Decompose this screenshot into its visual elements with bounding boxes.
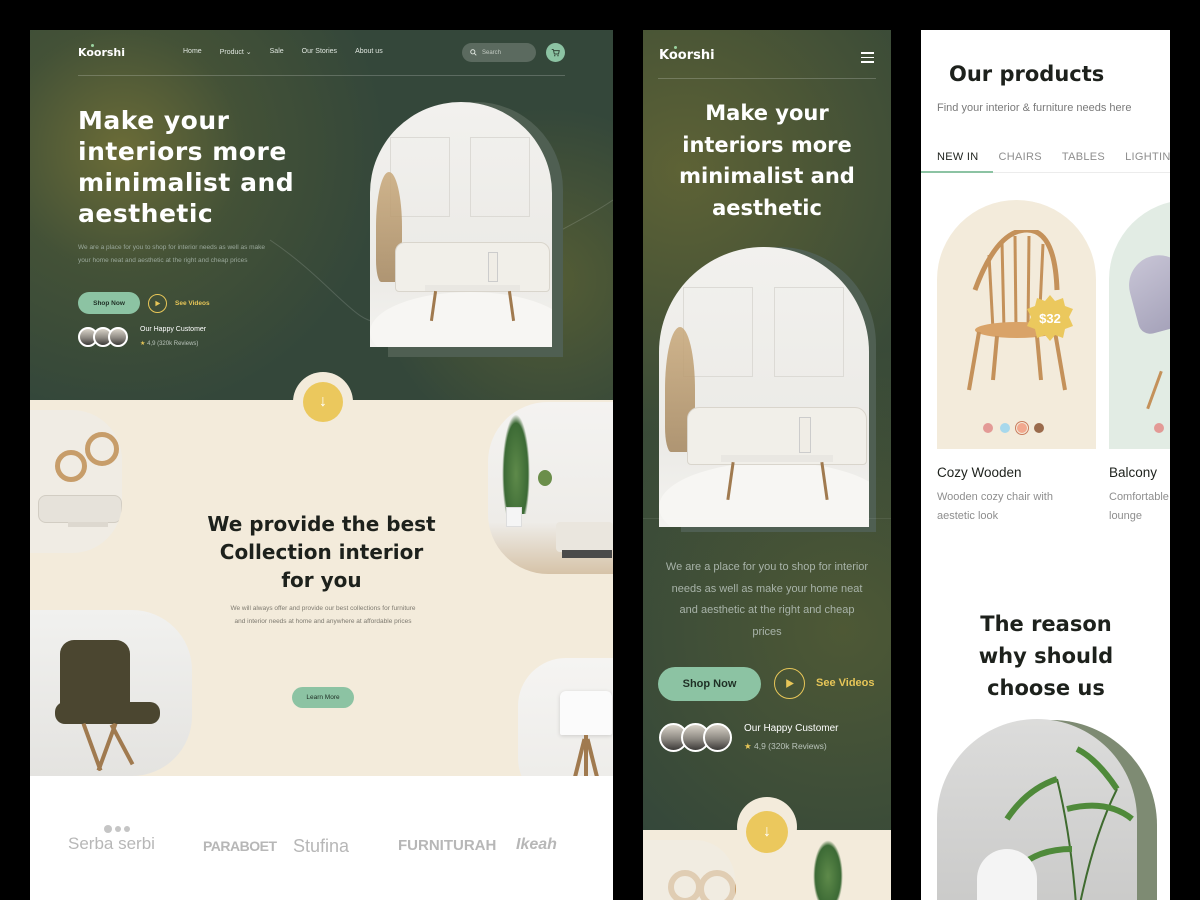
- product-card-image[interactable]: [1109, 200, 1170, 449]
- mobile-landing-page: Koorshi Make your interiors more minimal…: [643, 30, 891, 900]
- collection-section: ↓ We provide the best Collection interio…: [30, 372, 613, 806]
- learn-more-button[interactable]: Learn More: [292, 687, 354, 708]
- reason-headline: The reason why should choose us: [978, 612, 1114, 700]
- tab-chairs[interactable]: CHAIRS: [999, 151, 1042, 163]
- color-swatches: [983, 420, 1044, 436]
- see-videos-link[interactable]: See Videos: [816, 677, 875, 689]
- product-name[interactable]: Cozy Wooden: [937, 465, 1022, 480]
- color-swatch[interactable]: [1154, 423, 1164, 433]
- nav-product[interactable]: Product ⌄: [220, 48, 252, 56]
- header-divider: [658, 78, 876, 79]
- hero-paragraph: We are a place for you to shop for inter…: [78, 244, 266, 264]
- hero-room-image: [659, 247, 869, 527]
- arrow-down-icon: ↓: [763, 823, 771, 840]
- products-page: Our products Find your interior & furnit…: [921, 30, 1170, 900]
- brand-logo: Stufina: [293, 836, 350, 856]
- rating-text: ★ 4,9 (320k Reviews): [140, 341, 199, 347]
- cart-icon: [551, 49, 560, 57]
- color-swatch[interactable]: [1014, 420, 1030, 436]
- avatar: [108, 327, 128, 347]
- hero-section: Koorshi Home Product ⌄ Sale Our Stories …: [30, 30, 613, 400]
- scroll-down-button[interactable]: ↓: [303, 382, 343, 422]
- tab-new-in[interactable]: NEW IN: [937, 151, 979, 163]
- color-swatch[interactable]: [1034, 423, 1044, 433]
- play-video-button[interactable]: [774, 668, 805, 699]
- color-swatch[interactable]: [983, 423, 993, 433]
- product-tabs: NEW IN CHAIRS TABLES LIGHTING: [937, 151, 1170, 163]
- color-swatch[interactable]: [1000, 423, 1010, 433]
- scroll-down-button[interactable]: ↓: [746, 811, 788, 853]
- color-swatches: [1154, 423, 1164, 433]
- arrow-down-icon: ↓: [319, 393, 327, 410]
- hamburger-menu-icon[interactable]: [861, 52, 874, 66]
- brand-logo: Ikeah: [516, 836, 557, 853]
- shop-now-button[interactable]: Shop Now: [78, 292, 140, 314]
- star-icon: ★: [744, 741, 752, 751]
- product-card-image[interactable]: $32: [937, 200, 1096, 449]
- avatar: [703, 723, 732, 752]
- chair-image: [30, 610, 192, 776]
- main-nav: Home Product ⌄ Sale Our Stories About us: [183, 48, 383, 56]
- product-name[interactable]: Balcony: [1109, 465, 1157, 480]
- desktop-landing-page: Koorshi Home Product ⌄ Sale Our Stories …: [30, 30, 613, 900]
- nav-about-us[interactable]: About us: [355, 48, 383, 56]
- happy-customer-label: Our Happy Customer: [744, 723, 839, 734]
- brand-logo: Serba serbi: [68, 825, 155, 854]
- reason-plant-image: [937, 719, 1137, 900]
- logo[interactable]: Koorshi: [659, 46, 715, 63]
- collection-paragraph: We will always offer and provide our bes…: [230, 605, 416, 625]
- tab-lighting[interactable]: LIGHTING: [1125, 151, 1170, 163]
- brands-strip: Serba serbi PARABOET Stufina FURNITURAH …: [30, 776, 613, 900]
- logo[interactable]: Koorshi: [78, 44, 125, 59]
- see-videos-link[interactable]: See Videos: [175, 300, 210, 307]
- cart-button[interactable]: [546, 43, 565, 62]
- nav-home[interactable]: Home: [183, 48, 202, 56]
- mirror-room-image: [30, 410, 122, 553]
- happy-customer-label: Our Happy Customer: [140, 326, 207, 333]
- active-tab-indicator: [921, 171, 993, 173]
- hero-headline: Make your interiors more minimalist and …: [679, 101, 855, 220]
- star-icon: ★: [140, 341, 146, 347]
- decor-line: [643, 518, 891, 519]
- products-subtitle: Find your interior & furniture needs her…: [937, 102, 1132, 114]
- customer-avatars: [659, 723, 732, 752]
- search-input[interactable]: Search: [462, 43, 536, 62]
- hero-room-image: [370, 102, 552, 347]
- play-video-button[interactable]: [148, 294, 167, 313]
- collection-headline: We provide the best Collection interior …: [207, 512, 436, 592]
- hero-headline: Make your interiors more minimalist and …: [78, 106, 295, 228]
- header-divider: [78, 75, 565, 76]
- nav-sale[interactable]: Sale: [270, 48, 284, 56]
- price-badge: $32: [1025, 293, 1075, 343]
- search-icon: [470, 49, 477, 56]
- brand-logo: PARABOET: [203, 838, 277, 854]
- chevron-down-icon: ⌄: [245, 49, 252, 56]
- product-description: Wooden cozy chair with aestetic look: [937, 491, 1053, 522]
- plant-room-image: [488, 402, 613, 574]
- nav-our-stories[interactable]: Our Stories: [302, 48, 337, 56]
- tab-tables[interactable]: TABLES: [1062, 151, 1105, 163]
- products-title: Our products: [949, 62, 1105, 86]
- rating-text: ★ 4,9 (320k Reviews): [744, 741, 827, 751]
- hero-paragraph: We are a place for you to shop for inter…: [665, 561, 869, 638]
- customer-avatars: [78, 327, 128, 347]
- play-icon: [786, 679, 794, 688]
- product-description: Comfortable lounge: [1109, 491, 1169, 522]
- brand-logo: FURNITURAH: [398, 837, 497, 854]
- shop-now-button[interactable]: Shop Now: [658, 667, 761, 701]
- play-icon: [155, 300, 161, 307]
